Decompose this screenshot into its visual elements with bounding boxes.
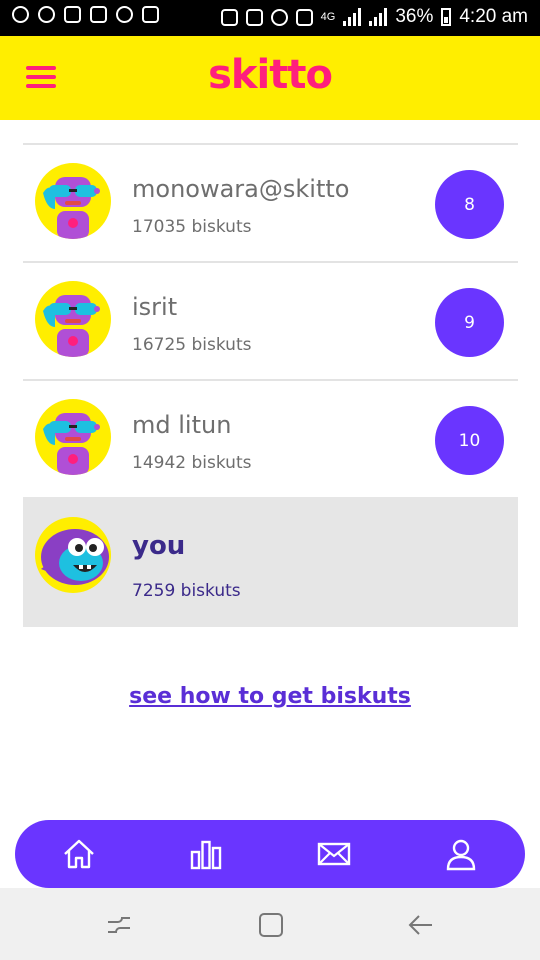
rank-badge: 10	[435, 406, 504, 475]
warning-icon	[220, 8, 238, 26]
robot-avatar-icon	[35, 399, 111, 475]
signal-2-icon	[369, 8, 388, 26]
player-name: isrit	[132, 293, 178, 321]
player-name: monowara@skitto	[132, 175, 350, 203]
app-header: skitto	[0, 36, 540, 120]
battery-percent: 36%	[395, 6, 434, 27]
back-icon[interactable]	[406, 910, 436, 940]
user-icon	[64, 6, 81, 23]
battery-icon	[441, 8, 452, 26]
status-bar: 4G 36% 4:20 am	[0, 0, 540, 36]
leaderboard-list: monowara@skitto 17035 biskuts 8 isrit 16…	[23, 143, 518, 627]
signal-icon	[343, 8, 362, 26]
sdcard-icon	[142, 6, 159, 23]
rank-badge: 8	[435, 170, 504, 239]
system-navigation-bar	[0, 888, 540, 960]
player-score: 16725 biskuts	[132, 335, 252, 355]
player-score: 14942 biskuts	[132, 453, 252, 473]
chart-icon[interactable]	[188, 836, 224, 872]
mail-icon[interactable]	[316, 836, 352, 872]
monster-avatar-icon	[35, 517, 111, 593]
target-icon	[116, 6, 133, 23]
robot-avatar-icon	[35, 281, 111, 357]
alarm-icon	[270, 8, 288, 26]
notification-icons	[12, 6, 159, 23]
recent-apps-icon[interactable]	[104, 910, 134, 940]
sync-icon	[12, 6, 29, 23]
home-button-icon[interactable]	[256, 910, 286, 940]
image-icon	[90, 6, 107, 23]
network-type: 4G	[320, 11, 336, 23]
profile-icon[interactable]	[443, 836, 479, 872]
home-icon[interactable]	[61, 836, 97, 872]
rank-badge: 9	[435, 288, 504, 357]
player-name: you	[132, 531, 186, 561]
leaderboard-row[interactable]: md litun 14942 biskuts 10	[23, 379, 518, 497]
how-to-get-biskuts-link[interactable]: see how to get biskuts	[0, 684, 540, 709]
system-icons: 4G 36% 4:20 am	[220, 6, 528, 28]
mute-icon	[245, 8, 263, 26]
robot-avatar-icon	[35, 163, 111, 239]
app-logo: skitto	[208, 52, 333, 98]
player-score: 7259 biskuts	[132, 581, 241, 601]
messenger-icon	[38, 6, 55, 23]
clock: 4:20 am	[459, 6, 528, 27]
leaderboard-row[interactable]: monowara@skitto 17035 biskuts 8	[23, 143, 518, 261]
bottom-nav	[15, 820, 525, 888]
leaderboard-row[interactable]: isrit 16725 biskuts 9	[23, 261, 518, 379]
player-name: md litun	[132, 411, 232, 439]
player-score: 17035 biskuts	[132, 217, 252, 237]
current-user-row[interactable]: you 7259 biskuts	[23, 497, 518, 627]
nfc-icon	[295, 8, 313, 26]
